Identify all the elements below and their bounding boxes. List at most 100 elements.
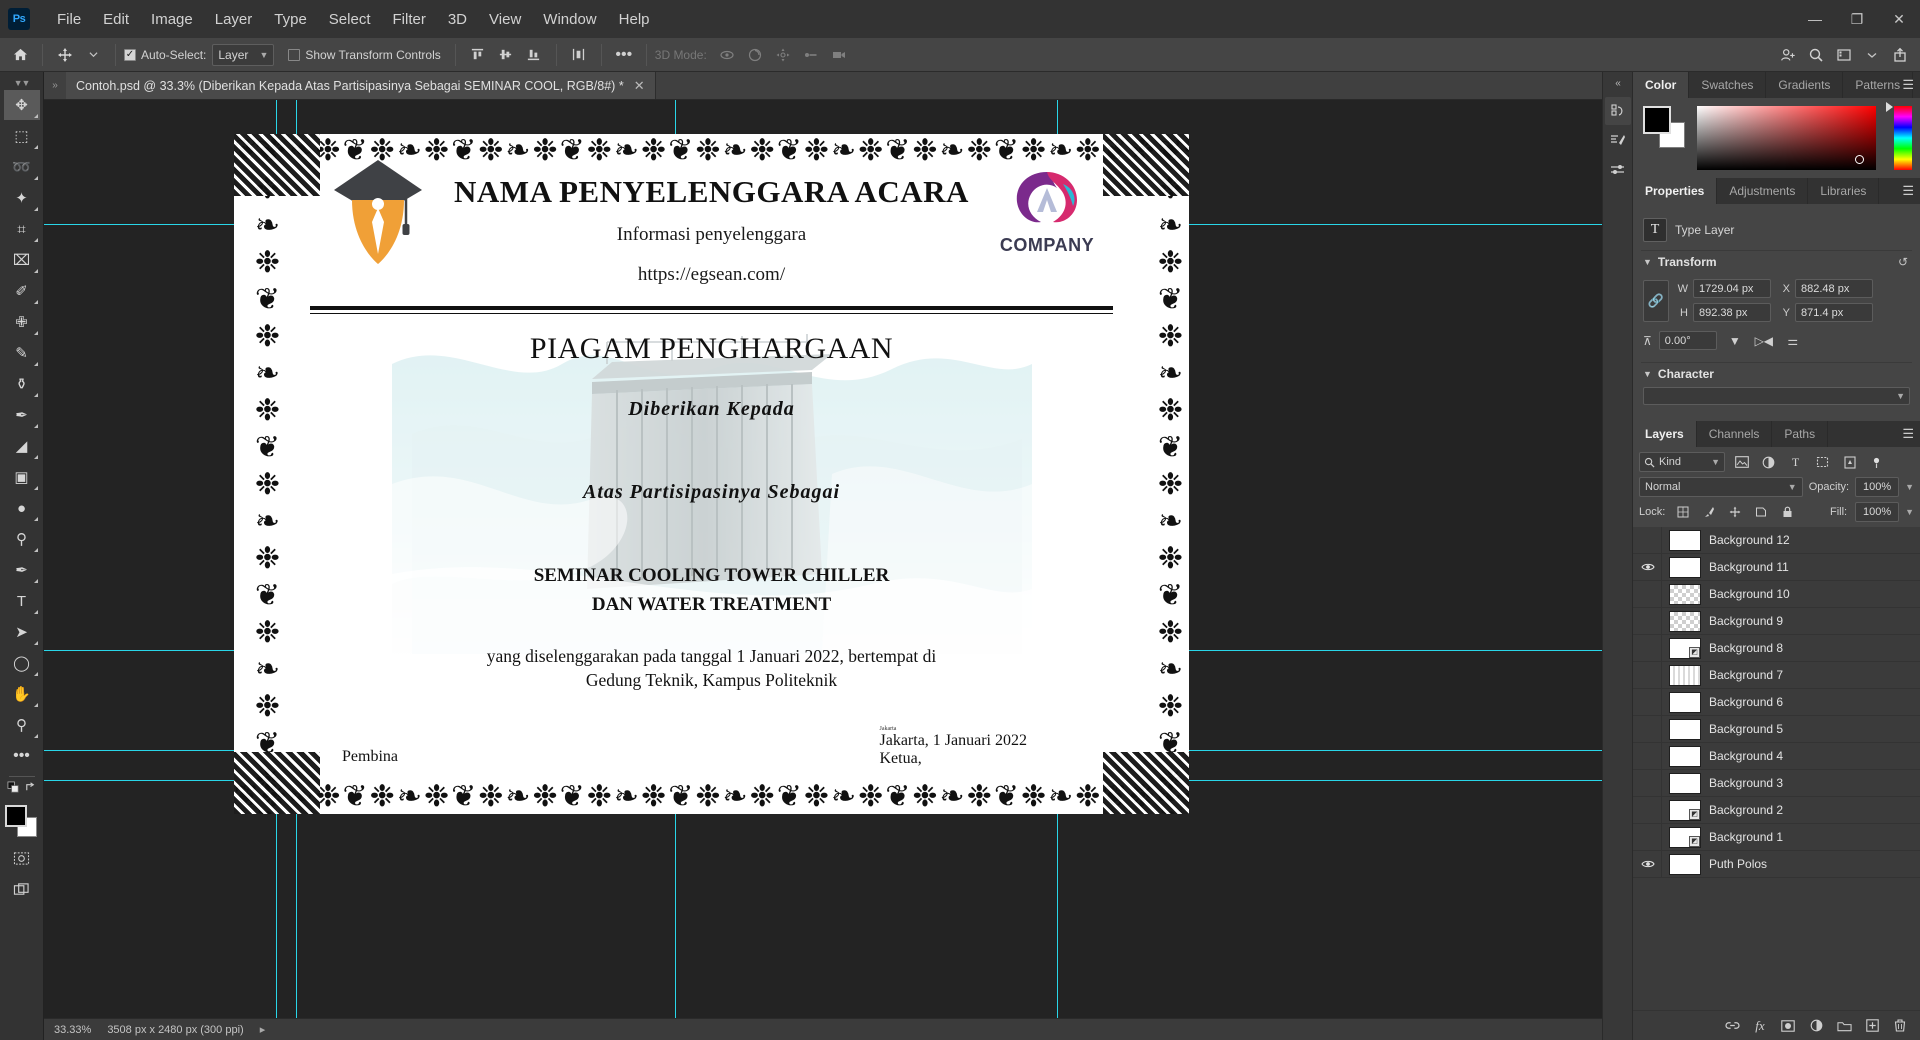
menu-item-file[interactable]: File (46, 7, 92, 32)
foreground-color-swatch[interactable] (5, 805, 27, 827)
share-icon[interactable] (1886, 42, 1914, 68)
history-brush-tool-icon[interactable]: ✒ (4, 400, 40, 430)
align-vertical-centers-icon[interactable] (492, 42, 520, 68)
frame-tool-icon[interactable]: ⌧ (4, 245, 40, 275)
collapse-panels-icon[interactable]: « (1615, 78, 1620, 89)
angle-chevron-icon[interactable]: ▼ (1724, 334, 1746, 348)
menu-item-filter[interactable]: Filter (382, 7, 437, 32)
rotate-3d-icon[interactable] (713, 42, 741, 68)
history-icon[interactable] (1605, 97, 1631, 125)
layer-thumbnail[interactable] (1669, 746, 1701, 767)
menu-item-image[interactable]: Image (140, 7, 204, 32)
more-tools-icon[interactable]: ••• (4, 741, 40, 771)
tab-libraries[interactable]: Libraries (1808, 178, 1879, 204)
color-panel-swatches[interactable] (1641, 106, 1687, 150)
minimize-button[interactable]: — (1794, 0, 1836, 38)
certificate-document[interactable]: ❦❉❧❉❦❉❧❉❦❉❧❉❦❉❧❉❦❉❧❉❦❉❧❉❦❉❧❉❦❉❧❉❦❉❧❉❦❉❧ … (234, 134, 1189, 814)
delete-layer-icon[interactable] (1888, 1014, 1912, 1038)
menu-item-3d[interactable]: 3D (437, 7, 478, 32)
layer-row[interactable]: Background 3 (1633, 770, 1920, 797)
tab-adjustments[interactable]: Adjustments (1717, 178, 1808, 204)
menu-item-view[interactable]: View (478, 7, 532, 32)
close-button[interactable]: ✕ (1878, 0, 1920, 38)
layer-visibility-icon[interactable] (1635, 562, 1661, 572)
layer-list[interactable]: Background 12Background 11Background 10B… (1633, 527, 1920, 1010)
panel-foreground-swatch[interactable] (1643, 106, 1671, 134)
tabstrip-grip[interactable]: » (44, 72, 66, 99)
layer-thumbnail[interactable] (1669, 665, 1701, 686)
lock-transparent-pixels-icon[interactable] (1673, 503, 1693, 522)
tool-preset-chevron-icon[interactable] (79, 42, 107, 68)
layer-thumbnail[interactable] (1669, 692, 1701, 713)
hand-tool-icon[interactable]: ✋ (4, 679, 40, 709)
menu-item-layer[interactable]: Layer (204, 7, 264, 32)
lock-position-icon[interactable] (1725, 503, 1745, 522)
layer-visibility-icon[interactable] (1635, 859, 1661, 869)
reset-transform-icon[interactable]: ↺ (1898, 255, 1908, 269)
chevron-down-icon[interactable] (1858, 42, 1886, 68)
layer-row[interactable]: ◩Background 2 (1633, 797, 1920, 824)
path-selection-tool-icon[interactable]: ➤ (4, 617, 40, 647)
distribute-horizontal-icon[interactable] (565, 42, 593, 68)
layer-row[interactable]: Background 4 (1633, 743, 1920, 770)
camera-3d-icon[interactable] (825, 42, 853, 68)
tab-properties[interactable]: Properties (1633, 178, 1717, 204)
layer-row[interactable]: ◩Background 8 (1633, 635, 1920, 662)
layer-row[interactable]: Background 5 (1633, 716, 1920, 743)
zoom-tool-icon[interactable]: ⚲ (4, 710, 40, 740)
align-bottom-edges-icon[interactable] (520, 42, 548, 68)
image-filter-icon[interactable] (1731, 452, 1752, 472)
roll-3d-icon[interactable] (741, 42, 769, 68)
width-field[interactable]: 1729.04 px (1693, 279, 1771, 298)
layer-style-icon[interactable]: fx (1748, 1014, 1772, 1038)
new-group-icon[interactable] (1832, 1014, 1856, 1038)
ellipse-tool-icon[interactable]: ◯ (4, 648, 40, 678)
show-transform-checkbox[interactable]: ✓ (288, 49, 300, 61)
layer-scope-select[interactable]: Layer ▼ (212, 44, 274, 66)
menu-item-select[interactable]: Select (318, 7, 382, 32)
layer-thumbnail[interactable] (1669, 584, 1701, 605)
home-icon[interactable] (6, 42, 34, 68)
close-icon[interactable]: ✕ (634, 78, 645, 94)
layer-row[interactable]: Background 10 (1633, 581, 1920, 608)
magic-wand-tool-icon[interactable]: ✦ (4, 183, 40, 213)
layer-row[interactable]: Background 7 (1633, 662, 1920, 689)
color-swatches[interactable] (5, 805, 39, 837)
link-layers-icon[interactable] (1720, 1014, 1744, 1038)
toggle-filter-icon[interactable] (1866, 452, 1887, 472)
pen-tool-icon[interactable]: ✒ (4, 555, 40, 585)
tab-swatches[interactable]: Swatches (1689, 72, 1766, 98)
quick-mask-icon[interactable] (4, 843, 40, 873)
toolbar-grip[interactable]: ▼▼ (14, 76, 30, 90)
tab-gradients[interactable]: Gradients (1766, 72, 1843, 98)
tab-layers[interactable]: Layers (1633, 421, 1697, 447)
restore-button[interactable]: ❐ (1836, 0, 1878, 38)
link-dimensions-button[interactable]: 🔗 (1643, 280, 1669, 322)
eraser-tool-icon[interactable]: ◢ (4, 431, 40, 461)
canvas[interactable]: ❦❉❧❉❦❉❧❉❦❉❧❉❦❉❧❉❦❉❧❉❦❉❧❉❦❉❧❉❦❉❧❉❦❉❧❉❦❉❧ … (44, 100, 1602, 1018)
layer-thumbnail[interactable]: ◩ (1669, 638, 1701, 659)
workspace-icon[interactable] (1830, 42, 1858, 68)
more-options-icon[interactable]: ••• (610, 42, 638, 68)
blur-tool-icon[interactable]: ● (4, 493, 40, 523)
lasso-tool-icon[interactable]: ➿ (4, 152, 40, 182)
fill-value[interactable]: 100% (1855, 502, 1899, 522)
shape-filter-icon[interactable] (1812, 452, 1833, 472)
y-field[interactable]: 871.4 px (1795, 303, 1873, 322)
opacity-value[interactable]: 100% (1855, 477, 1899, 497)
height-field[interactable]: 892.38 px (1693, 303, 1771, 322)
adjustment-filter-icon[interactable] (1758, 452, 1779, 472)
blend-mode-select[interactable]: Normal ▼ (1639, 477, 1803, 497)
align-top-edges-icon[interactable] (464, 42, 492, 68)
auto-select-checkbox[interactable]: ✓ (124, 49, 136, 61)
menu-item-window[interactable]: Window (532, 7, 607, 32)
status-chevron-icon[interactable]: ▸ (260, 1023, 266, 1036)
layer-row[interactable]: Background 9 (1633, 608, 1920, 635)
brush-tool-icon[interactable]: ✎ (4, 338, 40, 368)
hue-slider[interactable] (1894, 106, 1912, 170)
layer-thumbnail[interactable] (1669, 854, 1701, 875)
lock-artboard-icon[interactable] (1751, 503, 1771, 522)
clone-stamp-tool-icon[interactable]: ⚱ (4, 369, 40, 399)
gradient-tool-icon[interactable]: ▣ (4, 462, 40, 492)
flip-horizontal-icon[interactable]: ▷◀ (1753, 334, 1775, 348)
